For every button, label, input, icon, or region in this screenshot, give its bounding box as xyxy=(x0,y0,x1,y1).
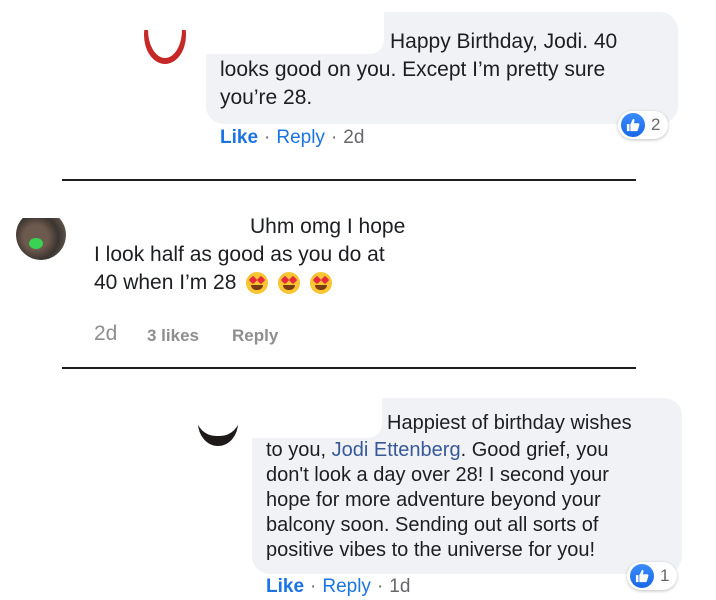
reply-button[interactable]: Reply xyxy=(322,576,371,598)
separator: · xyxy=(264,127,271,148)
heart-eyes-emoji-icon xyxy=(246,272,269,294)
separator: · xyxy=(330,127,338,148)
separator: · xyxy=(310,576,317,597)
separator: · xyxy=(376,576,384,597)
divider xyxy=(62,367,636,369)
likes-count[interactable]: 3 likes xyxy=(147,326,199,346)
heart-eyes-emoji-icon xyxy=(310,272,333,294)
comment-text-line: Happy Birthday, Jodi. 40 xyxy=(390,30,618,53)
redaction-mask xyxy=(206,12,384,54)
reaction-badge[interactable]: 1 xyxy=(627,562,678,590)
thumbs-up-icon xyxy=(630,564,654,588)
comment-timestamp[interactable]: 2d xyxy=(94,322,117,346)
commenter-avatar[interactable] xyxy=(142,30,188,66)
redaction-mask xyxy=(252,398,382,438)
like-button[interactable]: Like xyxy=(220,127,258,149)
comment-text: . Good grief, you xyxy=(460,439,609,461)
comment-text: 40 when I’m 28 xyxy=(94,271,237,294)
like-button[interactable]: Like xyxy=(266,576,304,598)
reply-button[interactable]: Reply xyxy=(276,127,325,149)
comment-text-line: to you, Jodi Ettenberg. Good grief, you xyxy=(266,438,608,463)
comment-actions: Like · Reply · 2d xyxy=(220,127,364,149)
comment-timestamp[interactable]: 2d xyxy=(343,127,364,149)
comment-text-line: don't look a day over 28! I second your xyxy=(266,464,609,486)
comment-timestamp[interactable]: 1d xyxy=(389,576,410,598)
heart-eyes-emoji-icon xyxy=(278,272,301,294)
commenter-avatar[interactable] xyxy=(196,404,240,448)
comment-text: to you, xyxy=(266,439,332,461)
mention-link[interactable]: Jodi Ettenberg xyxy=(332,439,461,461)
comment-text-line: Uhm omg I hope xyxy=(250,215,406,238)
comment-text-line: looks good on you. Except I’m pretty sur… xyxy=(220,58,606,81)
commenter-avatar[interactable] xyxy=(16,218,66,260)
reaction-badge[interactable]: 2 xyxy=(618,111,669,139)
comment-text-line: 40 when I’m 28 xyxy=(94,269,333,297)
comment-actions: Like · Reply · 1d xyxy=(266,576,410,598)
thumbs-up-icon xyxy=(621,113,645,137)
comment-text-line: hope for more adventure beyond your xyxy=(266,489,601,511)
reaction-count: 2 xyxy=(651,115,661,134)
comment-text-line: balcony soon. Sending out all sorts of xyxy=(266,514,599,536)
divider xyxy=(62,179,636,181)
reaction-count: 1 xyxy=(660,566,670,585)
comment-text-line: I look half as good as you do at xyxy=(94,243,385,266)
comment-text-line: Happiest of birthday wishes xyxy=(387,412,632,434)
comment-text-line: positive vibes to the universe for you! xyxy=(266,539,596,561)
comment-text-line: you’re 28. xyxy=(220,86,313,109)
reply-button[interactable]: Reply xyxy=(232,326,278,346)
